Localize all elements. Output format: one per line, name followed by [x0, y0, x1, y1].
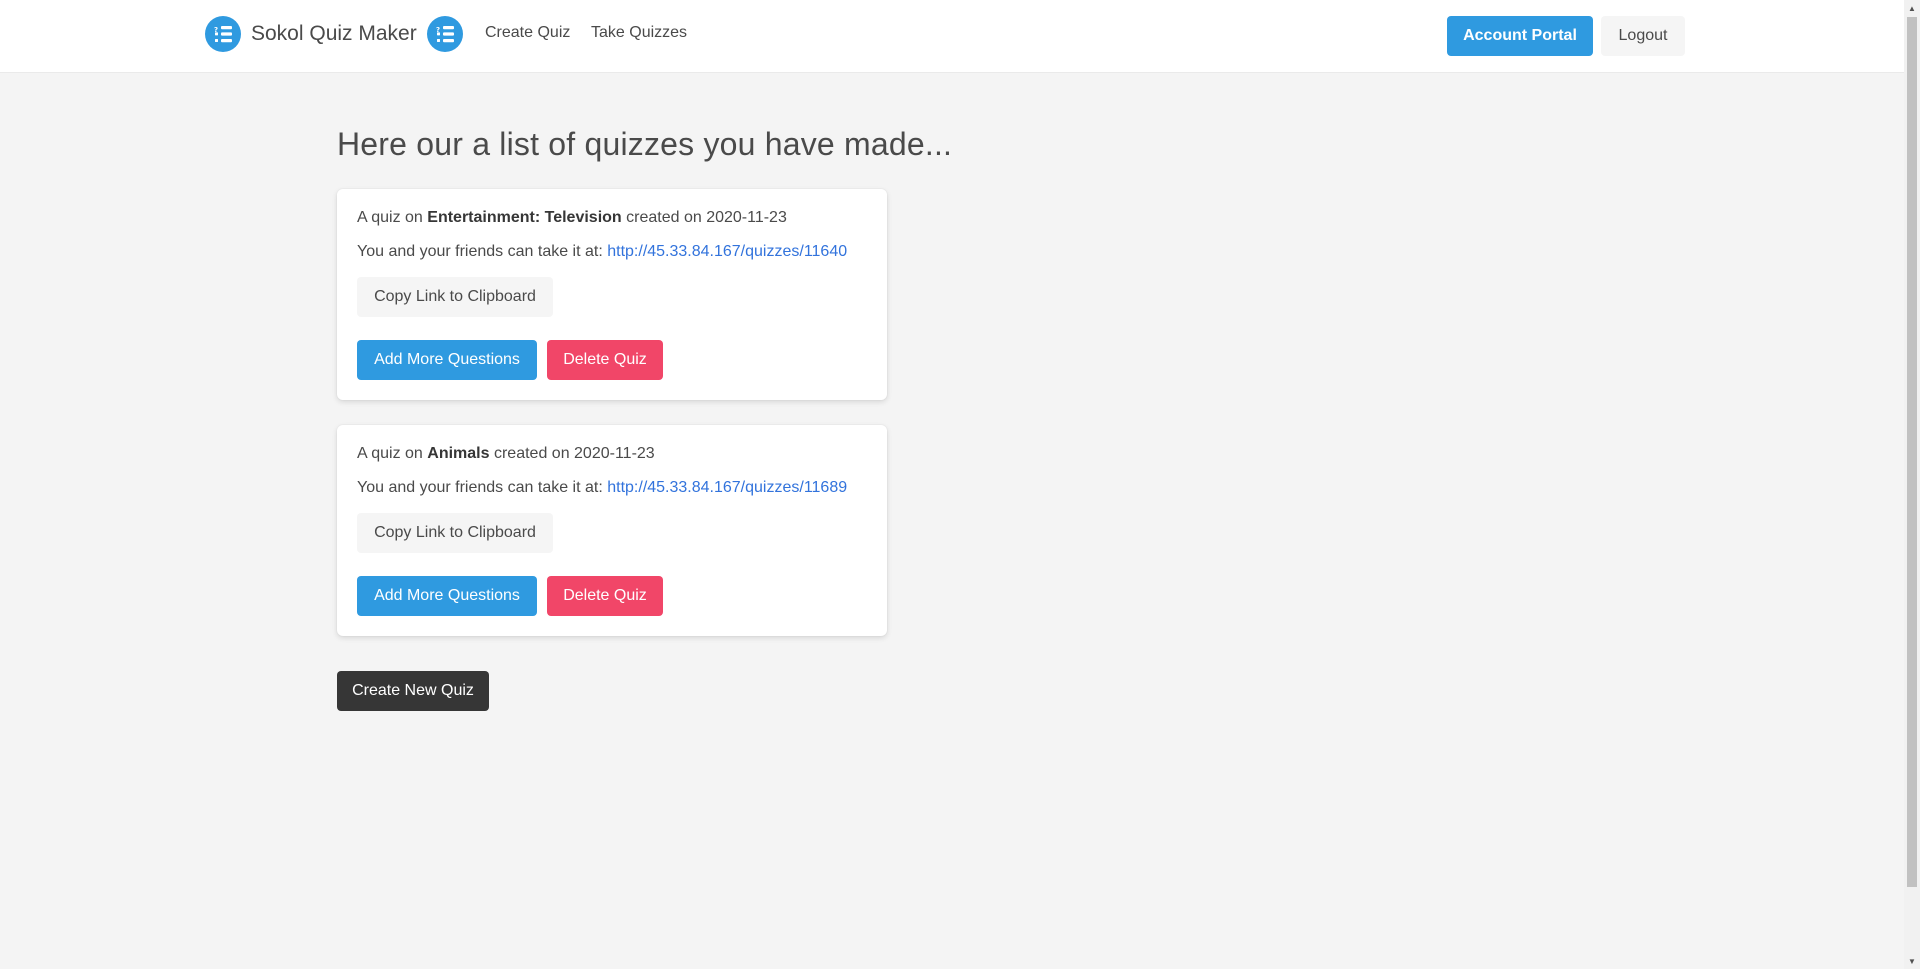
copy-link-button[interactable]: Copy Link to Clipboard [357, 513, 553, 553]
quiz-link[interactable]: http://45.33.84.167/quizzes/11640 [607, 243, 847, 260]
page: ? Sokol Quiz Maker ? Create Quiz Take Qu… [0, 0, 1920, 969]
quiz-share-text: You and your friends can take it at: [357, 243, 608, 260]
quiz-card: A quiz on Entertainment: Television crea… [337, 189, 887, 400]
copy-link-button[interactable]: Copy Link to Clipboard [357, 277, 553, 317]
delete-quiz-button[interactable]: Delete Quiz [547, 340, 663, 380]
quiz-created-date: created on 2020-11-23 [621, 209, 787, 226]
scrollbar-thumb[interactable] [1907, 17, 1917, 887]
delete-quiz-button[interactable]: Delete Quiz [547, 576, 663, 616]
add-questions-button[interactable]: Add More Questions [357, 340, 537, 380]
quiz-link[interactable]: http://45.33.84.167/quizzes/11689 [607, 479, 847, 496]
nav-take-quizzes[interactable]: Take Quizzes [591, 24, 687, 42]
add-questions-button[interactable]: Add More Questions [357, 576, 537, 616]
scroll-up-arrow-icon[interactable]: ▲ [1904, 0, 1920, 16]
brand-link[interactable]: ? Sokol Quiz Maker ? [205, 14, 463, 54]
quiz-category: Animals [427, 445, 490, 462]
quiz-share-line: You and your friends can take it at: htt… [357, 479, 847, 497]
quiz-summary: A quiz on Entertainment: Television crea… [357, 209, 787, 227]
quiz-card: A quiz on Animals created on 2020-11-23 … [337, 425, 887, 636]
quiz-summary: A quiz on Animals created on 2020-11-23 [357, 445, 655, 463]
quiz-share-text: You and your friends can take it at: [357, 479, 608, 496]
page-title: Here our a list of quizzes you have made… [337, 126, 953, 162]
quiz-list-icon: ? [426, 16, 463, 52]
quiz-share-line: You and your friends can take it at: htt… [357, 243, 847, 261]
brand-title: Sokol Quiz Maker [251, 22, 417, 45]
navbar: ? Sokol Quiz Maker ? Create Quiz Take Qu… [0, 0, 1904, 72]
create-new-quiz-button[interactable]: Create New Quiz [337, 671, 489, 711]
quiz-category: Entertainment: Television [427, 209, 622, 226]
logout-button[interactable]: Logout [1601, 16, 1685, 56]
main-content: Here our a list of quizzes you have made… [337, 126, 1037, 711]
quiz-created-date: created on 2020-11-23 [489, 445, 655, 462]
quiz-list-icon: ? [205, 16, 241, 52]
scroll-down-arrow-icon[interactable]: ▼ [1904, 953, 1920, 969]
quiz-summary-prefix: A quiz on [357, 445, 428, 462]
account-portal-button[interactable]: Account Portal [1447, 16, 1593, 56]
quiz-summary-prefix: A quiz on [357, 209, 428, 226]
nav-create-quiz[interactable]: Create Quiz [485, 24, 570, 42]
vertical-scrollbar[interactable]: ▲ ▼ [1904, 0, 1920, 969]
